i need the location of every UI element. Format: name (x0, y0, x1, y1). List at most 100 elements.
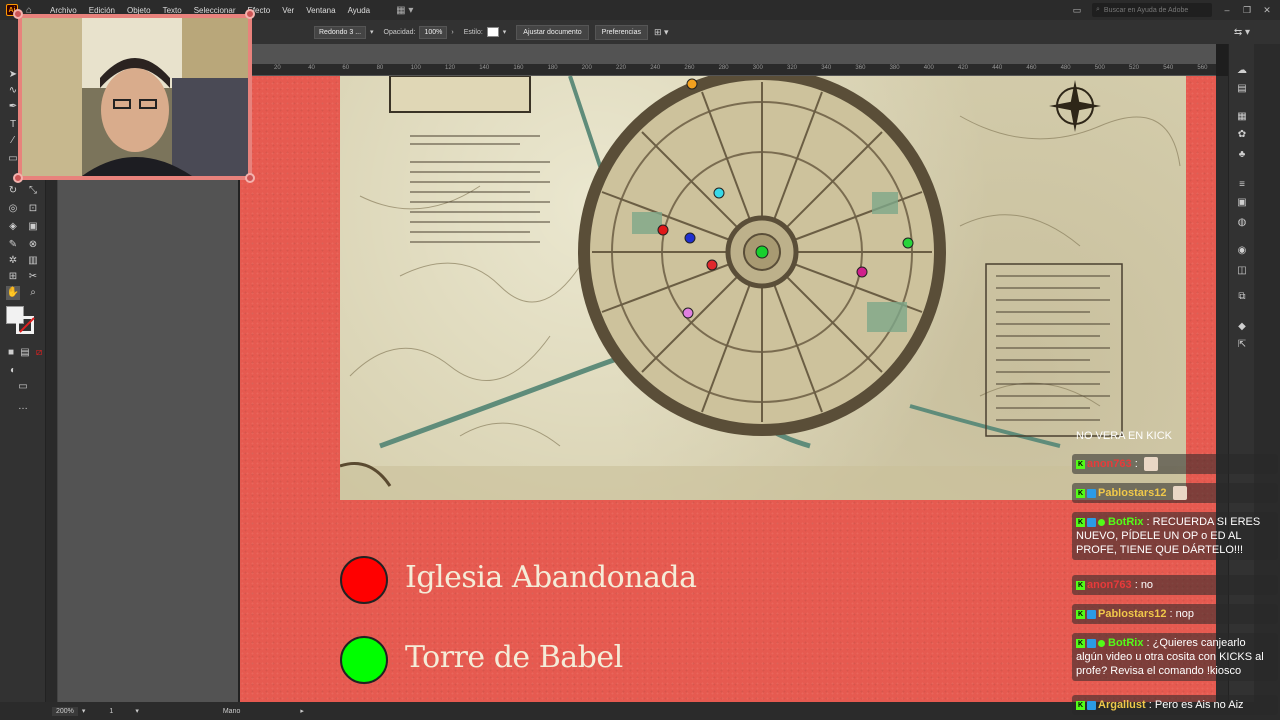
brushes-icon[interactable]: ✿ (1235, 128, 1249, 142)
chevron-down-icon[interactable]: ▾ (82, 707, 86, 715)
map-legend-box (985, 263, 1123, 437)
streamer-video (22, 18, 248, 176)
hand-tool-icon[interactable]: ✋ (6, 286, 20, 300)
marker-blue[interactable] (684, 232, 696, 244)
marker-orange[interactable] (686, 78, 698, 90)
blend-tool-icon[interactable]: ⊗ (26, 238, 40, 252)
stroke-profile-control[interactable]: Redondo 3 ... ▾ (314, 25, 374, 39)
libraries-icon[interactable]: ☁ (1235, 64, 1249, 78)
webcam-frame-corner (245, 9, 255, 19)
ruler-tick-label: 120 (445, 65, 456, 71)
rotate-tool-icon[interactable]: ↻ (6, 184, 20, 198)
menu-ayuda[interactable]: Ayuda (342, 6, 377, 15)
chat-username: Argallust (1098, 699, 1146, 711)
align-icon[interactable]: ▦ (1235, 110, 1249, 124)
chevron-right-icon[interactable]: › (451, 29, 453, 36)
gradient-panel-icon[interactable]: ▣ (1235, 196, 1249, 210)
webcam-frame-corner (13, 173, 23, 183)
properties-icon[interactable]: ▤ (1235, 82, 1249, 96)
ruler-tick-label: 40 (308, 65, 315, 71)
menu-ventana[interactable]: Ventana (300, 6, 341, 15)
ruler-tick-label: 300 (752, 65, 763, 71)
menu-bar-right: ▭ ⌕ Buscar en Ayuda de Adobe – ❐ ✕ (1072, 0, 1280, 20)
chevron-down-icon[interactable]: ▾ (135, 707, 139, 715)
style-label: Estilo: (463, 28, 483, 36)
chat-message: K Pablostars12 (1072, 483, 1278, 504)
restore-icon[interactable]: ❐ (1242, 5, 1252, 16)
shape-builder-icon[interactable]: ◈ (6, 220, 20, 234)
menu-ver[interactable]: Ver (276, 6, 300, 15)
draw-mode-icon[interactable]: ◐ (6, 364, 20, 378)
workspace-switcher-icon[interactable]: ▦ ▾ (396, 5, 413, 16)
ruler-tick-label: 260 (684, 65, 695, 71)
gradient-mode-icon[interactable]: ▤ (18, 346, 32, 360)
stroke-profile-select[interactable]: Redondo 3 ... (314, 25, 367, 39)
export-icon[interactable]: ⇱ (1235, 338, 1249, 352)
current-tool-status[interactable]: Mano (223, 708, 241, 715)
help-search-input[interactable]: ⌕ Buscar en Ayuda de Adobe (1092, 3, 1212, 17)
none-mode-icon[interactable]: ⧄ (32, 346, 46, 360)
marker-red-center[interactable] (706, 259, 718, 271)
arrange-icon[interactable]: ⊞ ▾ (654, 27, 669, 38)
chat-banner: NO VERA EN KICK (1072, 426, 1278, 446)
ruler-tick-label: 20 (274, 65, 281, 71)
marker-magenta[interactable] (856, 266, 868, 278)
mod-badge-icon (1087, 638, 1096, 648)
zoom-tool-icon[interactable]: ⌕ (26, 286, 40, 300)
artboard-number-input[interactable]: 1 (109, 708, 113, 715)
zoom-level-input[interactable]: 200% (52, 706, 78, 716)
marker-red[interactable] (657, 224, 669, 236)
opacity-control: Opacidad: 100% › (384, 25, 454, 39)
chat-message: K Pablostars12 : nop (1072, 604, 1278, 624)
style-control: Estilo: ▾ (463, 27, 507, 37)
graph-tool-icon[interactable]: ▥ (26, 254, 40, 268)
minimize-icon[interactable]: – (1222, 5, 1232, 15)
color-mode-icon[interactable]: ■ (4, 346, 18, 360)
more-tools-icon[interactable]: … (16, 400, 30, 414)
eyedropper-tool-icon[interactable]: ✎ (6, 238, 20, 252)
close-icon[interactable]: ✕ (1262, 5, 1272, 16)
marker-cyan[interactable] (713, 187, 725, 199)
stroke-color-swatch[interactable] (16, 316, 34, 334)
slice-tool-icon[interactable]: ✂ (26, 270, 40, 284)
preferences-button[interactable]: Preferencias (594, 24, 648, 40)
scale-tool-icon[interactable]: ⤡ (26, 184, 40, 198)
screen-mode-icon[interactable]: ▭ (16, 380, 30, 394)
artboards-icon[interactable]: ⧉ (1235, 290, 1249, 304)
style-swatch[interactable] (486, 27, 499, 37)
panel-toggle-icon[interactable]: ⇆ ▾ (1234, 27, 1250, 38)
warp-tool-icon[interactable]: ◎ (6, 202, 20, 216)
ruler-tick-label: 60 (342, 65, 350, 71)
graphic-styles-icon[interactable]: ◫ (1235, 264, 1249, 278)
gradient-tool-icon[interactable]: ▣ (26, 220, 40, 234)
marker-pink[interactable] (682, 307, 694, 319)
chat-message: K BotRix : ¿Quieres canjearlo algún video… (1072, 633, 1278, 681)
transparency-icon[interactable]: ◍ (1235, 216, 1249, 230)
artboard-tool-icon[interactable]: ⊞ (6, 270, 20, 284)
chat-message: Kanon763 : no (1072, 575, 1278, 595)
verified-badge-icon (1098, 639, 1105, 647)
appearance-icon[interactable]: ◉ (1235, 244, 1249, 258)
fit-document-button[interactable]: Ajustar documento (516, 24, 589, 40)
ruler-tick-label: 480 (1060, 65, 1071, 71)
ruler-tick-label: 380 (889, 65, 900, 71)
marker-green-center[interactable] (755, 245, 769, 259)
ruler-tick-label: 340 (821, 65, 832, 71)
chevron-down-icon[interactable]: ▾ (370, 28, 374, 36)
arrange-documents-icon[interactable]: ▭ (1072, 5, 1082, 16)
city-map-image[interactable] (340, 76, 1186, 500)
free-transform-icon[interactable]: ⊡ (26, 202, 40, 216)
map-illustration (340, 76, 1186, 500)
status-play-icon[interactable]: ▸ (300, 707, 304, 715)
marker-green-east[interactable] (902, 237, 914, 249)
opacity-input[interactable]: 100% (419, 25, 448, 39)
layers-icon[interactable]: ◆ (1235, 320, 1249, 334)
stroke-panel-icon[interactable]: ≡ (1235, 178, 1249, 192)
ruler-tick-label: 160 (513, 65, 524, 71)
chat-message: K Argallust : Pero es Ais no Aiz (1072, 695, 1278, 715)
ruler-tick-label: 540 (1163, 65, 1174, 71)
chat-username: anon763 (1087, 458, 1132, 470)
symbols-icon[interactable]: ♣ (1235, 148, 1249, 162)
chevron-down-icon[interactable]: ▾ (503, 28, 507, 36)
symbol-sprayer-icon[interactable]: ✲ (6, 254, 20, 268)
